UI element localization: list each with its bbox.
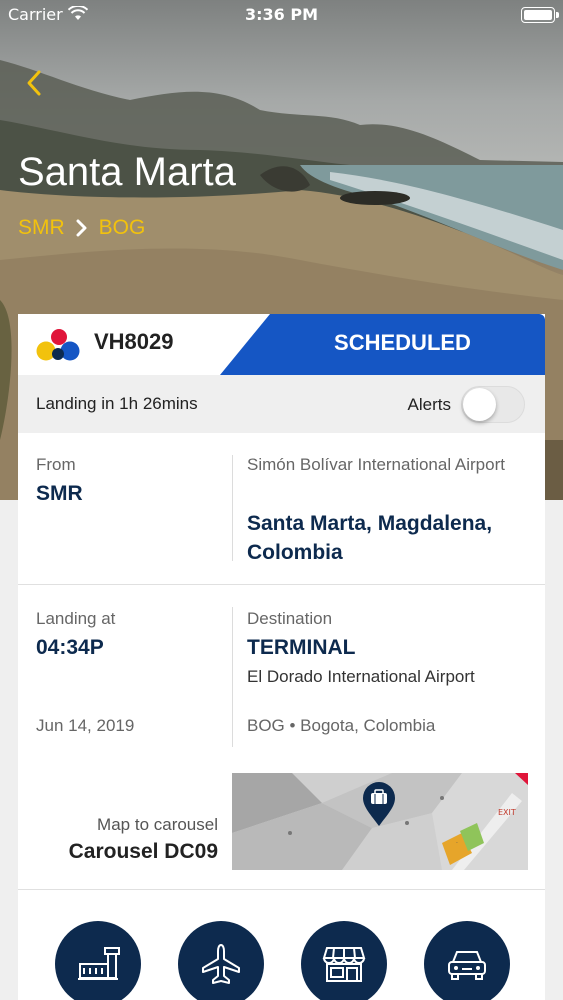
divider [232,455,233,561]
map-to-carousel-label: Map to carousel [97,815,218,834]
airline-logo-icon [36,329,80,361]
chevron-right-icon [76,219,87,237]
from-label: From [36,455,76,474]
clock: 3:36 PM [244,5,318,24]
origin-city: Santa Marta, Magdalena, Colombia [247,512,493,564]
action-buttons [18,904,545,1000]
exit-label: EXIT [498,808,516,817]
from-code: SMR [36,482,83,505]
landing-time: 04:34P [36,636,104,659]
flight-card: VH8029 SCHEDULED Landing in 1h 26mins Al… [18,314,545,1000]
battery-icon [521,7,559,23]
landing-alerts-row: Landing in 1h 26mins Alerts [18,375,545,433]
shop-button[interactable] [301,921,387,1000]
status-bar: Carrier 3:36 PM [0,0,563,30]
airport-button[interactable] [55,921,141,1000]
destination-city-title: Santa Marta [18,150,236,194]
destination-airport: El Dorado International Airport [247,667,475,686]
luggage-pin-icon [363,782,395,826]
car-icon [448,951,486,980]
flight-number: VH8029 [94,329,174,354]
origin-airport: Simón Bolívar International Airport [247,455,505,474]
landing-date: Jun 14, 2019 [36,716,135,735]
divider [232,607,233,747]
ground-transport-button[interactable] [424,921,510,1000]
route-breadcrumb: SMR BOG [18,216,145,240]
toggle-knob [463,388,496,421]
alerts-label: Alerts [407,395,451,414]
flight-button[interactable] [178,921,264,1000]
carousel-name: Carousel DC09 [68,840,218,863]
destination-code: BOG [98,216,146,239]
flight-status: SCHEDULED [334,330,471,355]
alerts-toggle[interactable] [461,386,525,423]
status-banner: SCHEDULED [220,314,545,375]
shop-icon [322,947,366,982]
carousel-map[interactable]: EXIT · [232,773,528,870]
origin-code: SMR [18,216,65,239]
origin-section: From SMR Simón Bolívar International Air… [18,433,545,585]
airplane-icon [202,944,240,984]
destination-label: Destination [247,609,333,628]
flight-card-header: VH8029 SCHEDULED [18,314,545,375]
destination-terminal: TERMINAL [247,636,356,659]
arrival-section: Landing at 04:34P Jun 14, 2019 Destinati… [18,585,545,890]
back-chevron-icon[interactable] [20,68,50,98]
landing-countdown: Landing in 1h 26mins [36,394,198,413]
svg-text:·: · [456,840,458,847]
destination-location: BOG • Bogota, Colombia [247,716,436,735]
airport-icon [78,947,120,980]
landing-at-label: Landing at [36,609,116,628]
